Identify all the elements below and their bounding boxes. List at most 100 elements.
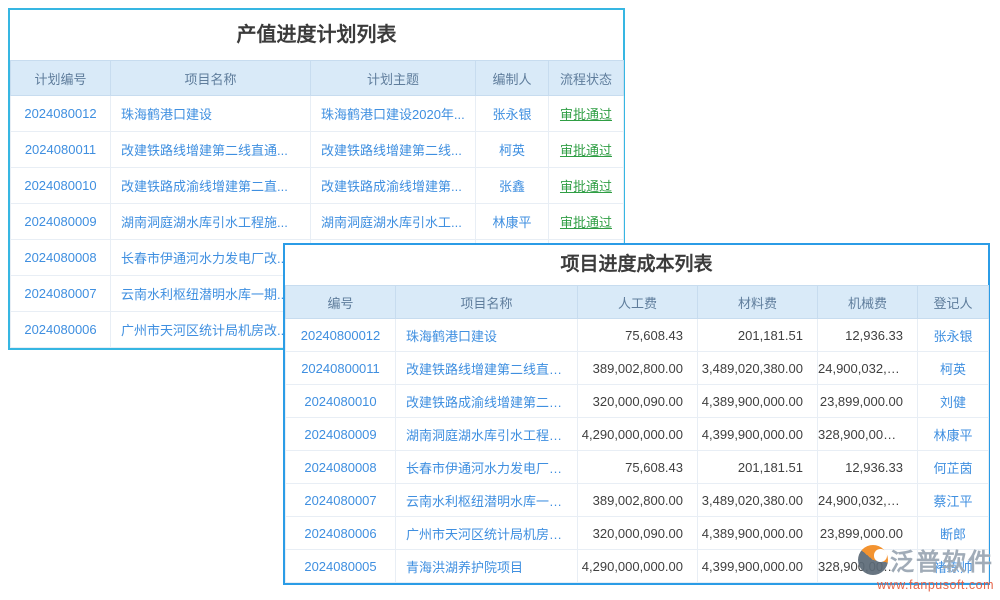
- plan-id-link[interactable]: 2024080008: [11, 240, 111, 276]
- machine-cost: 12,936.33: [818, 319, 918, 352]
- cost-project-link[interactable]: 改建铁路成渝线增建第二直通...: [396, 385, 578, 418]
- material-cost: 3,489,020,380.00: [698, 484, 818, 517]
- plan-preparer: 张永银: [476, 96, 549, 132]
- machine-cost: 328,900,000.00: [818, 550, 918, 583]
- material-cost: 4,399,900,000.00: [698, 550, 818, 583]
- table-row: 20240800012 珠海鹤港口建设 75,608.43 201,181.51…: [286, 319, 989, 352]
- plan-project-link[interactable]: 湖南洞庭湖水库引水工程施...: [111, 204, 311, 240]
- registrant: 刘健: [918, 385, 989, 418]
- plan-subject-link[interactable]: 湖南洞庭湖水库引水工...: [311, 204, 476, 240]
- plan-id-link[interactable]: 2024080012: [11, 96, 111, 132]
- table-row: 2024080011 改建铁路线增建第二线直通... 改建铁路线增建第二线...…: [11, 132, 624, 168]
- registrant: 蔡江平: [918, 484, 989, 517]
- plan-project-link[interactable]: 改建铁路线增建第二线直通...: [111, 132, 311, 168]
- cost-id-link[interactable]: 2024080006: [286, 517, 396, 550]
- registrant: 张永银: [918, 319, 989, 352]
- labor-cost: 389,002,800.00: [578, 484, 698, 517]
- plan-subject-link[interactable]: 改建铁路成渝线增建第...: [311, 168, 476, 204]
- cost-project-link[interactable]: 广州市天河区统计局机房改造...: [396, 517, 578, 550]
- page: 产值进度计划列表 计划编号 项目名称 计划主题 编制人 流程状态 2024080…: [0, 0, 1000, 600]
- cost-project-link[interactable]: 改建铁路线增建第二线直通线...: [396, 352, 578, 385]
- cost-id-link[interactable]: 2024080009: [286, 418, 396, 451]
- cost-project-link[interactable]: 长春市伊通河水力发电厂改建...: [396, 451, 578, 484]
- plan-id-link[interactable]: 2024080006: [11, 312, 111, 348]
- labor-cost: 4,290,000,000.00: [578, 418, 698, 451]
- plan-project-link[interactable]: 广州市天河区统计局机房改...: [111, 312, 311, 348]
- plan-status-link[interactable]: 审批通过: [549, 204, 624, 240]
- table-row: 2024080012 珠海鹤港口建设 珠海鹤港口建设2020年... 张永银 审…: [11, 96, 624, 132]
- material-cost: 201,181.51: [698, 319, 818, 352]
- plan-col-project: 项目名称: [111, 61, 311, 96]
- cost-table: 编号 项目名称 人工费 材料费 机械费 登记人 20240800012 珠海鹤港…: [285, 285, 989, 583]
- plan-col-preparer: 编制人: [476, 61, 549, 96]
- cost-id-link[interactable]: 2024080008: [286, 451, 396, 484]
- material-cost: 3,489,020,380.00: [698, 352, 818, 385]
- labor-cost: 75,608.43: [578, 451, 698, 484]
- plan-col-id: 计划编号: [11, 61, 111, 96]
- plan-subject-link[interactable]: 珠海鹤港口建设2020年...: [311, 96, 476, 132]
- cost-id-link[interactable]: 2024080007: [286, 484, 396, 517]
- plan-preparer: 张鑫: [476, 168, 549, 204]
- table-row: 2024080005 青海洪湖养护院项目 4,290,000,000.00 4,…: [286, 550, 989, 583]
- plan-status-link[interactable]: 审批通过: [549, 96, 624, 132]
- plan-project-link[interactable]: 云南水利枢纽潜明水库一期...: [111, 276, 311, 312]
- labor-cost: 389,002,800.00: [578, 352, 698, 385]
- cost-id-link[interactable]: 2024080005: [286, 550, 396, 583]
- table-row: 2024080010 改建铁路成渝线增建第二直... 改建铁路成渝线增建第...…: [11, 168, 624, 204]
- cost-list-title: 项目进度成本列表: [285, 245, 988, 285]
- cost-project-link[interactable]: 珠海鹤港口建设: [396, 319, 578, 352]
- machine-cost: 328,900,000.00: [818, 418, 918, 451]
- plan-project-link[interactable]: 改建铁路成渝线增建第二直...: [111, 168, 311, 204]
- cost-col-labor: 人工费: [578, 286, 698, 319]
- labor-cost: 320,000,090.00: [578, 517, 698, 550]
- plan-list-title: 产值进度计划列表: [10, 10, 623, 60]
- cost-project-link[interactable]: 云南水利枢纽潜明水库一期工...: [396, 484, 578, 517]
- table-row: 2024080009 湖南洞庭湖水库引水工程施工... 4,290,000,00…: [286, 418, 989, 451]
- registrant: 柯英: [918, 352, 989, 385]
- table-row: 2024080009 湖南洞庭湖水库引水工程施... 湖南洞庭湖水库引水工...…: [11, 204, 624, 240]
- plan-id-link[interactable]: 2024080010: [11, 168, 111, 204]
- plan-status-link[interactable]: 审批通过: [549, 132, 624, 168]
- registrant: 褚练帅: [918, 550, 989, 583]
- machine-cost: 23,899,000.00: [818, 517, 918, 550]
- material-cost: 201,181.51: [698, 451, 818, 484]
- machine-cost: 24,900,032,80...: [818, 352, 918, 385]
- cost-table-header: 编号 项目名称 人工费 材料费 机械费 登记人: [286, 286, 989, 319]
- plan-status-link[interactable]: 审批通过: [549, 168, 624, 204]
- cost-col-project: 项目名称: [396, 286, 578, 319]
- plan-id-link[interactable]: 2024080009: [11, 204, 111, 240]
- cost-col-registrant: 登记人: [918, 286, 989, 319]
- plan-preparer: 柯英: [476, 132, 549, 168]
- cost-id-link[interactable]: 2024080010: [286, 385, 396, 418]
- labor-cost: 4,290,000,000.00: [578, 550, 698, 583]
- registrant: 何芷茵: [918, 451, 989, 484]
- machine-cost: 23,899,000.00: [818, 385, 918, 418]
- table-row: 2024080006 广州市天河区统计局机房改造... 320,000,090.…: [286, 517, 989, 550]
- plan-preparer: 林康平: [476, 204, 549, 240]
- cost-id-link[interactable]: 20240800012: [286, 319, 396, 352]
- plan-project-link[interactable]: 长春市伊通河水力发电厂改...: [111, 240, 311, 276]
- plan-id-link[interactable]: 2024080011: [11, 132, 111, 168]
- table-row: 2024080008 长春市伊通河水力发电厂改建... 75,608.43 20…: [286, 451, 989, 484]
- registrant: 断郎: [918, 517, 989, 550]
- table-row: 20240800011 改建铁路线增建第二线直通线... 389,002,800…: [286, 352, 989, 385]
- material-cost: 4,389,900,000.00: [698, 517, 818, 550]
- material-cost: 4,389,900,000.00: [698, 385, 818, 418]
- cost-project-link[interactable]: 青海洪湖养护院项目: [396, 550, 578, 583]
- machine-cost: 24,900,032,80...: [818, 484, 918, 517]
- plan-table-header: 计划编号 项目名称 计划主题 编制人 流程状态: [11, 61, 624, 96]
- plan-project-link[interactable]: 珠海鹤港口建设: [111, 96, 311, 132]
- plan-col-subject: 计划主题: [311, 61, 476, 96]
- registrant: 林康平: [918, 418, 989, 451]
- plan-id-link[interactable]: 2024080007: [11, 276, 111, 312]
- plan-subject-link[interactable]: 改建铁路线增建第二线...: [311, 132, 476, 168]
- labor-cost: 75,608.43: [578, 319, 698, 352]
- cost-col-material: 材料费: [698, 286, 818, 319]
- cost-col-id: 编号: [286, 286, 396, 319]
- labor-cost: 320,000,090.00: [578, 385, 698, 418]
- cost-id-link[interactable]: 20240800011: [286, 352, 396, 385]
- material-cost: 4,399,900,000.00: [698, 418, 818, 451]
- cost-col-machine: 机械费: [818, 286, 918, 319]
- plan-col-status: 流程状态: [549, 61, 624, 96]
- cost-project-link[interactable]: 湖南洞庭湖水库引水工程施工...: [396, 418, 578, 451]
